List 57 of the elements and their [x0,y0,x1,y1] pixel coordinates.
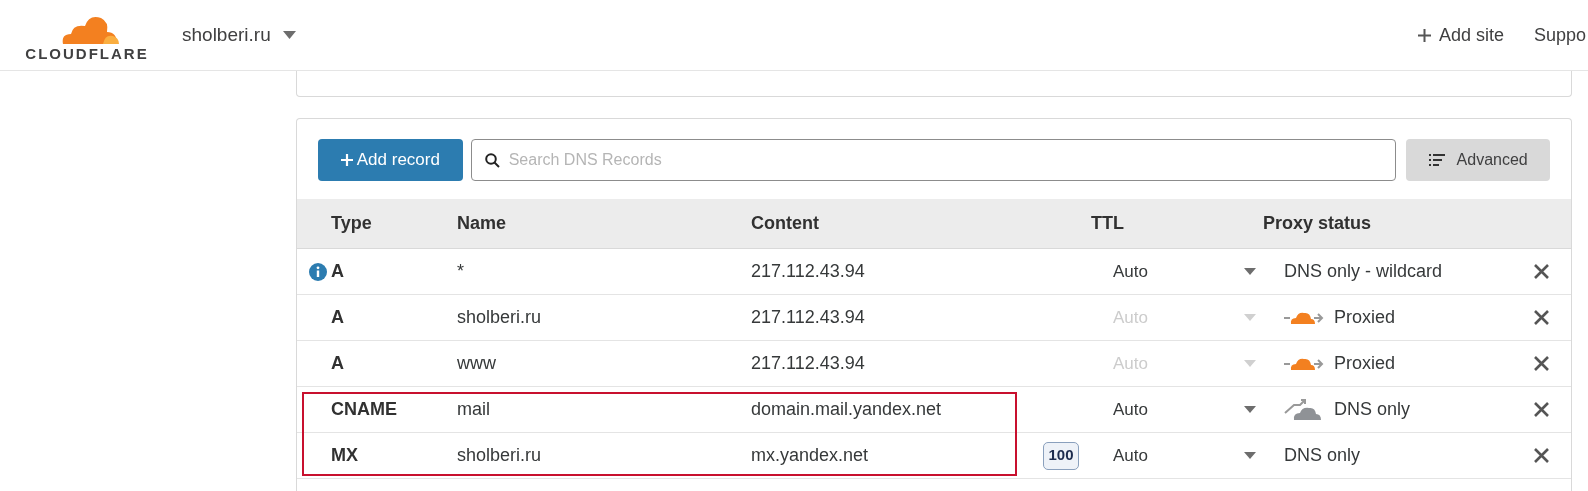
caret-icon [1244,314,1256,321]
record-type: A [331,307,344,327]
add-site-link[interactable]: Add site [1417,21,1504,49]
list-icon [1428,154,1445,166]
cloud-arrow-icon [1284,398,1324,421]
record-type: CNAME [331,399,397,419]
column-header: TTL [1091,212,1125,235]
record-name: * [457,261,464,281]
record-type: A [331,353,344,373]
record-content: 217.112.43.94 [751,261,865,281]
caret-icon [1244,360,1256,367]
ttl-dropdown[interactable]: Auto [1113,258,1263,285]
add-record-button[interactable]: Add record [318,139,463,181]
proxy-status: DNS only - wildcard [1284,260,1443,283]
record-content: mx.yandex.net [751,445,869,465]
proxy-status: Proxied [1334,306,1396,329]
caret-icon [1244,406,1256,413]
search-icon [484,153,500,168]
caret-icon [282,31,296,39]
proxy-status: Proxied [1334,352,1396,375]
record-name: sholberi.ru [457,445,542,465]
close-icon [1534,310,1549,325]
close-icon [1534,448,1549,463]
delete-button[interactable] [1534,310,1549,325]
column-header: Name [457,212,508,235]
caret-icon [1244,268,1256,275]
proxy-status: DNS only [1334,398,1411,421]
delete-button[interactable] [1534,448,1549,463]
close-icon [1534,356,1549,371]
plus-icon [340,154,353,166]
search-field[interactable]: Search DNS Records [470,139,1397,181]
plus-icon [1417,28,1431,42]
close-icon [1534,264,1549,279]
record-type: A [331,261,344,281]
priority-badge: 100 [1043,441,1079,470]
site-selector[interactable]: sholberi.ru [182,20,296,50]
record-content: 217.112.43.94 [751,353,865,373]
ttl-dropdown[interactable]: Auto [1113,396,1263,423]
delete-button[interactable] [1534,402,1549,417]
record-type: MX [331,445,358,465]
proxy-status: DNS only [1284,444,1361,467]
close-icon [1534,402,1549,417]
delete-button[interactable] [1534,264,1549,279]
support-link[interactable]: Suppo [1533,21,1586,49]
record-name: www [457,353,496,373]
column-header: Content [751,212,820,235]
caret-icon [1244,452,1256,459]
record-content: 217.112.43.94 [751,307,865,327]
record-name: mail [457,399,490,419]
ttl-dropdown[interactable]: Auto [1113,442,1263,469]
advanced-button[interactable]: Advanced [1406,139,1550,181]
delete-button[interactable] [1534,356,1549,371]
record-content: domain.mail.yandex.net [751,399,942,419]
column-header: Proxy status [1263,212,1372,235]
column-header: Type [330,212,373,235]
record-name: sholberi.ru [457,307,542,327]
logo-text: CLOUDFLARE [25,45,149,61]
